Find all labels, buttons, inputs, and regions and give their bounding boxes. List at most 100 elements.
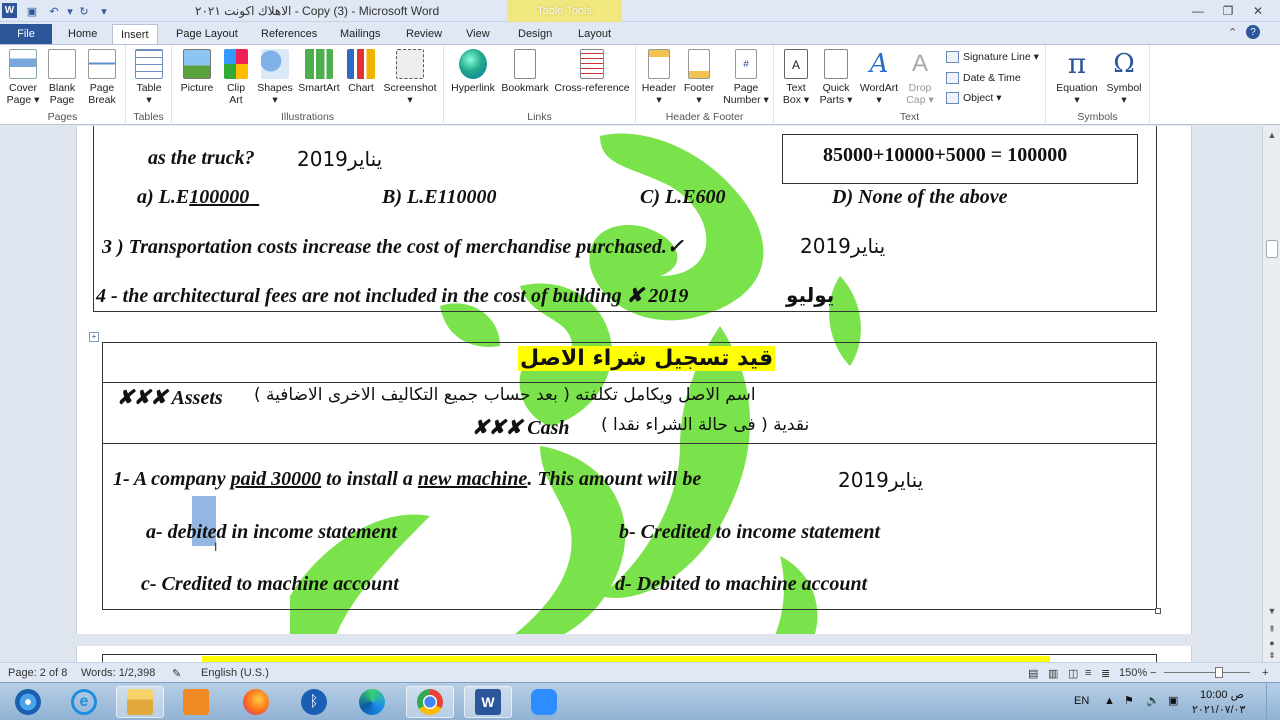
outline-icon[interactable]: ≡ <box>1085 667 1091 679</box>
signature-line-label: Signature Line ▾ <box>963 51 1039 63</box>
page-break-button[interactable]: Page Break <box>84 49 120 106</box>
table-move-handle-icon[interactable]: + <box>89 332 99 342</box>
media-player-icon[interactable] <box>172 686 220 718</box>
picture-button[interactable]: Picture <box>176 49 218 94</box>
picture-label: Picture <box>180 82 214 94</box>
word-app-icon[interactable]: W <box>2 3 17 18</box>
table-divider <box>102 443 1157 444</box>
bluetooth-icon[interactable]: ᛒ <box>290 686 338 718</box>
page-number-label: Page Number ▾ <box>723 82 769 106</box>
table-resize-handle-icon[interactable] <box>1155 608 1161 614</box>
question-truck-text: as the truck? <box>148 147 255 169</box>
zoom-in-icon[interactable]: + <box>1262 667 1268 679</box>
group-links: Hyperlink Bookmark Cross-reference Links <box>444 45 636 125</box>
minimize-ribbon-icon[interactable]: ⌃ <box>1228 26 1237 39</box>
language[interactable]: English (U.S.) <box>201 667 269 679</box>
date-time-button[interactable]: Date & Time <box>946 72 1021 85</box>
scroll-up-icon[interactable]: ▲ <box>1265 128 1279 142</box>
table-button[interactable]: Table ▾ <box>130 49 168 106</box>
question-3-number: 3 ) <box>102 236 124 258</box>
tab-insert[interactable]: Insert <box>112 24 158 44</box>
zoom-out-icon[interactable]: − <box>1150 667 1156 679</box>
tab-references[interactable]: References <box>253 24 325 44</box>
tab-review[interactable]: Review <box>398 24 450 44</box>
next-page-icon[interactable]: ⇟ <box>1265 648 1279 662</box>
screenshot-button[interactable]: Screenshot ▾ <box>380 49 440 106</box>
word-count[interactable]: Words: 1/2,398 <box>81 667 155 679</box>
tab-page-layout[interactable]: Page Layout <box>168 24 246 44</box>
internet-explorer-icon[interactable]: e <box>60 686 108 718</box>
question-1-date: يناير2019 <box>838 468 924 492</box>
help-icon[interactable]: ? <box>1246 25 1260 39</box>
save-icon[interactable]: ▣ <box>24 3 40 19</box>
scroll-thumb[interactable] <box>1266 240 1278 258</box>
restore-button[interactable]: ❐ <box>1214 2 1242 20</box>
drop-cap-button[interactable]: A Drop Cap ▾ <box>902 49 938 106</box>
previous-page-icon[interactable]: ⇞ <box>1265 622 1279 636</box>
scroll-down-icon[interactable]: ▼ <box>1265 604 1279 618</box>
option-a: a) L.E100000 <box>137 186 259 209</box>
signature-line-button[interactable]: Signature Line ▾ <box>946 51 1039 64</box>
close-button[interactable]: ✕ <box>1244 2 1272 20</box>
input-language[interactable]: EN <box>1074 695 1089 707</box>
minimize-button[interactable]: — <box>1184 2 1212 20</box>
flag-icon[interactable]: ⚑ <box>1124 694 1134 707</box>
cross-reference-button[interactable]: Cross-reference <box>552 49 632 94</box>
undo-icon[interactable]: ↶ <box>46 3 62 19</box>
tab-home[interactable]: Home <box>60 24 105 44</box>
start-button[interactable] <box>4 686 52 718</box>
equation-button[interactable]: π Equation ▾ <box>1052 49 1102 107</box>
zoom-slider[interactable] <box>1164 672 1250 673</box>
network-icon[interactable]: ▣ <box>1168 694 1178 707</box>
bookmark-button[interactable]: Bookmark <box>500 49 550 94</box>
group-text-label: Text <box>899 111 920 123</box>
page-number-button[interactable]: # Page Number ▾ <box>722 49 770 106</box>
entry-cash-arabic: نقدية ( فى حالة الشراء نقدا ) <box>601 415 810 435</box>
zoom-slider-thumb[interactable] <box>1215 667 1223 678</box>
show-hidden-icons-icon[interactable]: ▲ <box>1104 695 1115 707</box>
print-layout-icon[interactable]: ▤ <box>1028 667 1038 680</box>
object-label: Object ▾ <box>963 92 1002 104</box>
wordart-button[interactable]: A WordArt ▾ <box>858 49 900 106</box>
document-area[interactable]: 85000+10000+5000 = 100000 as the truck? … <box>0 126 1262 662</box>
draft-icon[interactable]: ≣ <box>1101 667 1110 680</box>
file-explorer-icon[interactable] <box>116 686 164 718</box>
volume-icon[interactable]: 🔈 <box>1146 694 1160 707</box>
firefox-icon[interactable] <box>232 686 280 718</box>
tab-layout[interactable]: Layout <box>570 24 619 44</box>
clock-date[interactable]: ٢٠٢١/٠٧/٠٣ <box>1192 703 1245 716</box>
quick-parts-button[interactable]: Quick Parts ▾ <box>816 49 856 106</box>
vertical-scrollbar[interactable]: ▲ ▼ ⇞ ● ⇟ <box>1262 126 1280 662</box>
cover-page-button[interactable]: Cover Page ▾ <box>4 49 42 106</box>
redo-icon[interactable]: ↻ <box>76 3 92 19</box>
chart-button[interactable]: Chart <box>344 49 378 94</box>
word-taskbar-icon[interactable]: W <box>464 686 512 718</box>
header-button[interactable]: Header ▾ <box>640 49 678 106</box>
tab-design[interactable]: Design <box>510 24 560 44</box>
customize-qat-icon[interactable]: ▾ <box>96 3 112 19</box>
symbol-button[interactable]: Ω Symbol ▾ <box>1102 49 1146 106</box>
text-box-button[interactable]: A Text Box ▾ <box>778 49 814 106</box>
tab-file[interactable]: File <box>0 24 52 44</box>
tab-mailings[interactable]: Mailings <box>332 24 388 44</box>
chrome-icon[interactable] <box>406 686 454 718</box>
hyperlink-button[interactable]: Hyperlink <box>448 49 498 94</box>
full-screen-reading-icon[interactable]: ▥ <box>1048 667 1058 680</box>
edge-icon[interactable] <box>348 686 396 718</box>
clip-art-button[interactable]: Clip Art <box>222 49 250 106</box>
tab-view[interactable]: View <box>458 24 498 44</box>
object-button[interactable]: Object ▾ <box>946 92 1002 105</box>
page-count[interactable]: Page: 2 of 8 <box>8 667 67 679</box>
web-layout-icon[interactable]: ◫ <box>1068 667 1078 680</box>
smartart-button[interactable]: SmartArt <box>296 49 342 94</box>
question-3: 3 ) Transportation costs increase the co… <box>102 234 684 259</box>
zoom-level[interactable]: 150% <box>1119 667 1147 679</box>
show-desktop-button[interactable] <box>1266 683 1278 720</box>
shapes-button[interactable]: Shapes ▾ <box>256 49 294 106</box>
question-4-date: يوليو <box>786 283 835 307</box>
proofing-icon[interactable]: ✎ <box>172 667 181 680</box>
footer-button[interactable]: Footer ▾ <box>680 49 718 106</box>
blank-page-button[interactable]: Blank Page <box>44 49 80 106</box>
zoom-meetings-icon[interactable] <box>520 686 568 718</box>
clock-time[interactable]: 10:00 ص <box>1200 688 1244 701</box>
